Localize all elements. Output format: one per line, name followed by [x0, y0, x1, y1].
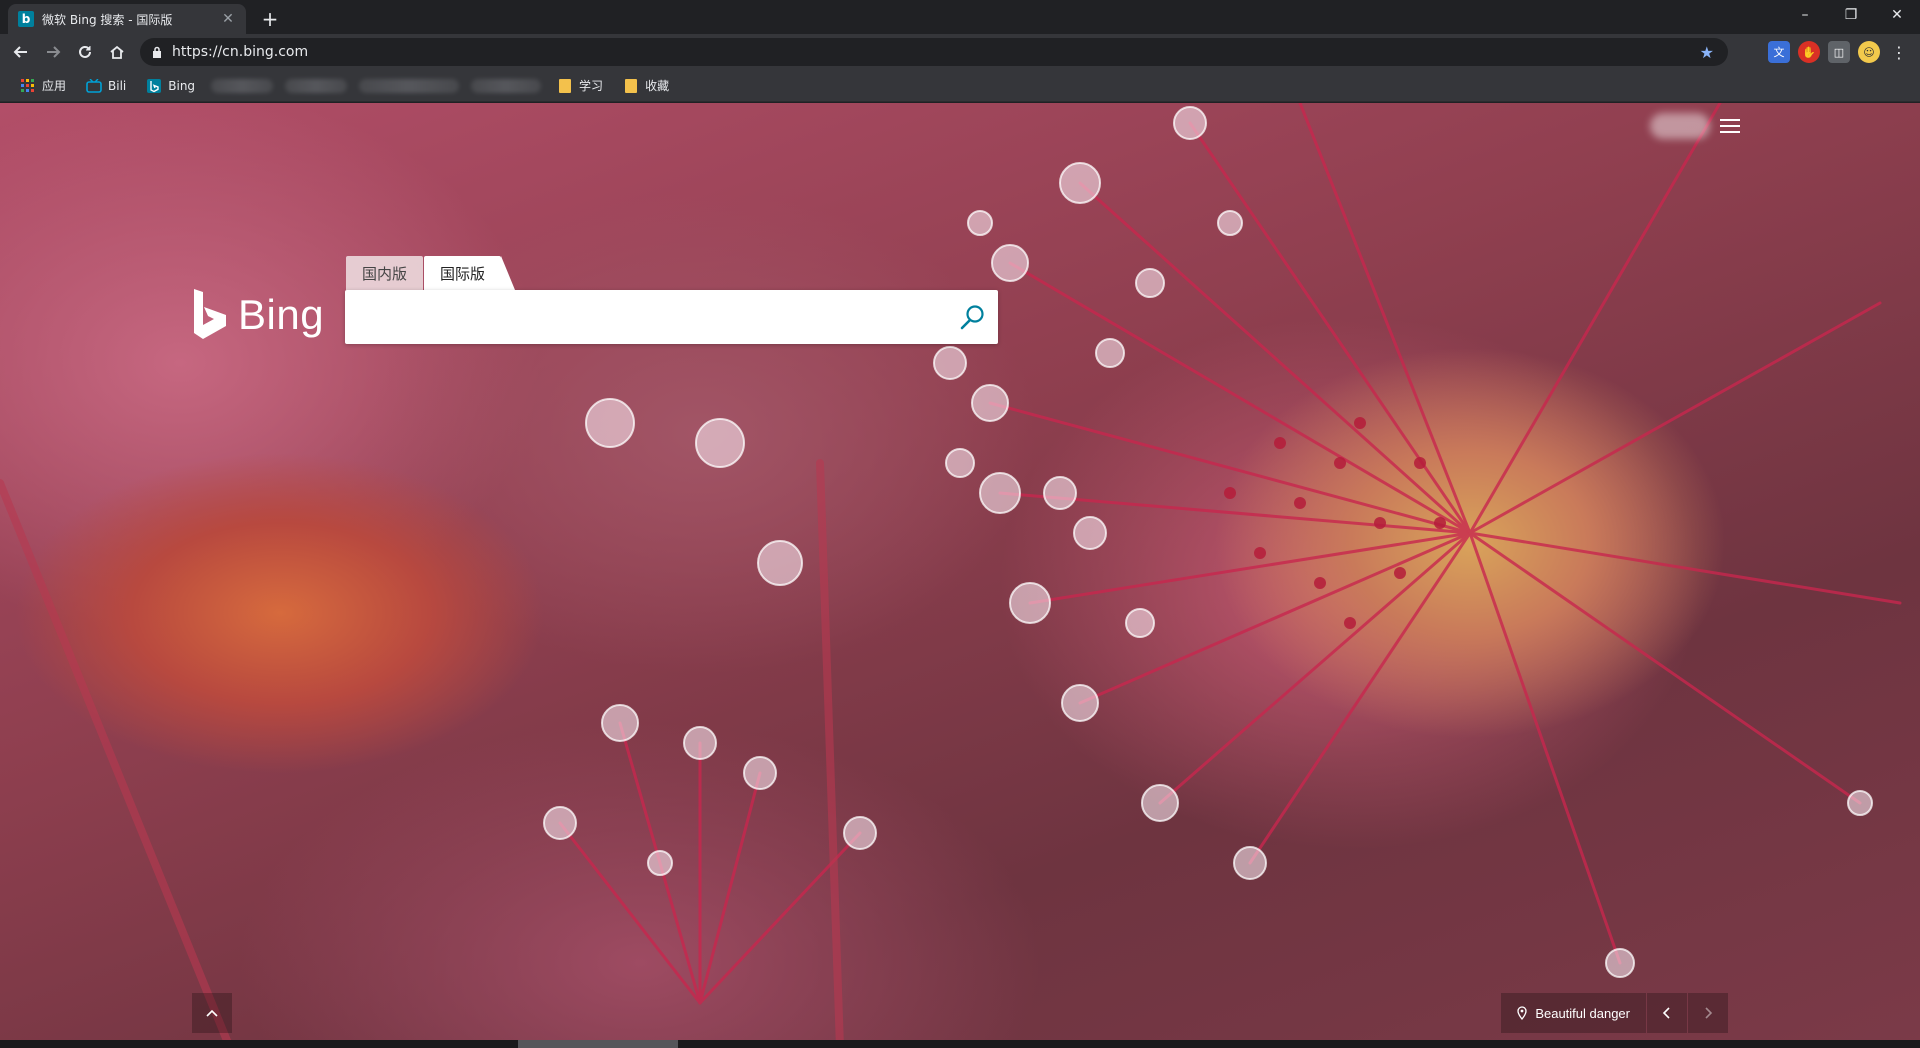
- arrow-left-icon: [13, 46, 27, 58]
- search-button[interactable]: [948, 292, 998, 342]
- bing-icon: [146, 78, 162, 94]
- reload-icon: [79, 45, 91, 58]
- bookmarks-bar: 应用 Bili Bing 学习 收藏: [0, 70, 1920, 102]
- search-box: [345, 290, 998, 344]
- blurred-bookmark[interactable]: [359, 78, 460, 93]
- bookmark-star-icon[interactable]: ★: [1700, 43, 1714, 62]
- arrow-right-icon: [47, 46, 61, 58]
- horizontal-scrollbar[interactable]: [0, 1040, 1920, 1048]
- bookmark-folder-favorites[interactable]: 收藏: [615, 73, 677, 99]
- url-text: https://cn.bing.com: [172, 44, 309, 60]
- image-caption-text: Beautiful danger: [1535, 1005, 1630, 1021]
- new-tab-button[interactable]: +: [258, 7, 282, 31]
- location-pin-icon: [1517, 1006, 1527, 1020]
- reload-button[interactable]: [72, 39, 98, 65]
- home-button[interactable]: [104, 39, 130, 65]
- hamburger-menu-icon[interactable]: [1720, 113, 1746, 139]
- next-image-button[interactable]: [1688, 993, 1728, 1033]
- search-input[interactable]: [345, 290, 948, 344]
- restore-button[interactable]: ❐: [1828, 0, 1874, 30]
- background-image: [0, 103, 1902, 1048]
- lock-icon: [152, 46, 162, 58]
- image-info[interactable]: Beautiful danger: [1501, 993, 1646, 1033]
- chevron-up-icon: [206, 1009, 218, 1017]
- blurred-bookmark[interactable]: [211, 78, 274, 93]
- tab-title: 微软 Bing 搜索 - 国际版: [42, 12, 173, 27]
- bookmark-label: 应用: [42, 79, 67, 93]
- tab-strip: b 微软 Bing 搜索 - 国际版 ✕ + – ❐ ✕: [0, 0, 1920, 34]
- signed-in-profile[interactable]: [1650, 113, 1710, 139]
- previous-image-button[interactable]: [1647, 993, 1687, 1033]
- bing-homepage: Bing 国内版 国际版 Beautiful danger: [0, 103, 1920, 1048]
- folder-icon: [557, 78, 573, 94]
- chevron-right-icon: [1705, 1007, 1713, 1019]
- tab-close-icon[interactable]: ✕: [220, 11, 236, 27]
- minimize-button[interactable]: –: [1782, 0, 1828, 30]
- bookmark-label: Bili: [108, 78, 127, 93]
- menu-dots-icon[interactable]: ⋮: [1888, 41, 1910, 63]
- tab-domestic[interactable]: 国内版: [346, 256, 424, 290]
- bookmark-bing[interactable]: Bing: [138, 73, 203, 99]
- folder-icon: [623, 78, 639, 94]
- window-controls: – ❐ ✕: [1782, 0, 1920, 30]
- apps-grid-icon: [20, 78, 36, 94]
- logo-text: Bing: [238, 291, 325, 338]
- translate-extension-icon[interactable]: 文: [1768, 41, 1790, 63]
- back-button[interactable]: [8, 39, 34, 65]
- scrollbar-thumb[interactable]: [518, 1040, 678, 1048]
- bookmark-label: 学习: [579, 79, 604, 93]
- scroll-up-button[interactable]: [192, 993, 232, 1033]
- extensions-area: 文 ✋ ◫ ☺ ⋮: [1768, 39, 1910, 65]
- image-caption-bar: Beautiful danger: [1501, 993, 1728, 1033]
- browser-tab[interactable]: b 微软 Bing 搜索 - 国际版 ✕: [8, 4, 246, 34]
- bookmark-label: Bing: [168, 78, 196, 93]
- bing-favicon-icon: b: [18, 11, 34, 27]
- bilibili-icon: [86, 78, 102, 94]
- profile-avatar-icon[interactable]: ☺: [1858, 41, 1880, 63]
- search-icon: [960, 305, 984, 330]
- bookmark-apps[interactable]: 应用: [12, 73, 74, 99]
- extension-icon[interactable]: ◫: [1828, 41, 1850, 63]
- address-bar[interactable]: https://cn.bing.com ★: [140, 38, 1728, 66]
- blurred-bookmark[interactable]: [285, 78, 348, 93]
- adblock-extension-icon[interactable]: ✋: [1798, 41, 1820, 63]
- scope-tabs: 国内版 国际版: [346, 256, 516, 290]
- forward-button[interactable]: [40, 39, 66, 65]
- bing-logo[interactable]: Bing: [192, 289, 324, 341]
- bookmark-label: 收藏: [645, 79, 670, 93]
- bookmark-folder-study[interactable]: 学习: [549, 73, 611, 99]
- bing-logo-icon: [194, 289, 226, 339]
- browser-toolbar: https://cn.bing.com ★ 文 ✋ ◫ ☺ ⋮: [0, 34, 1920, 70]
- bookmark-bili[interactable]: Bili: [78, 73, 134, 99]
- close-window-button[interactable]: ✕: [1874, 0, 1920, 30]
- blurred-bookmark[interactable]: [471, 78, 542, 93]
- home-icon: [110, 45, 124, 59]
- tab-international[interactable]: 国际版: [424, 256, 516, 290]
- chevron-left-icon: [1662, 1007, 1670, 1019]
